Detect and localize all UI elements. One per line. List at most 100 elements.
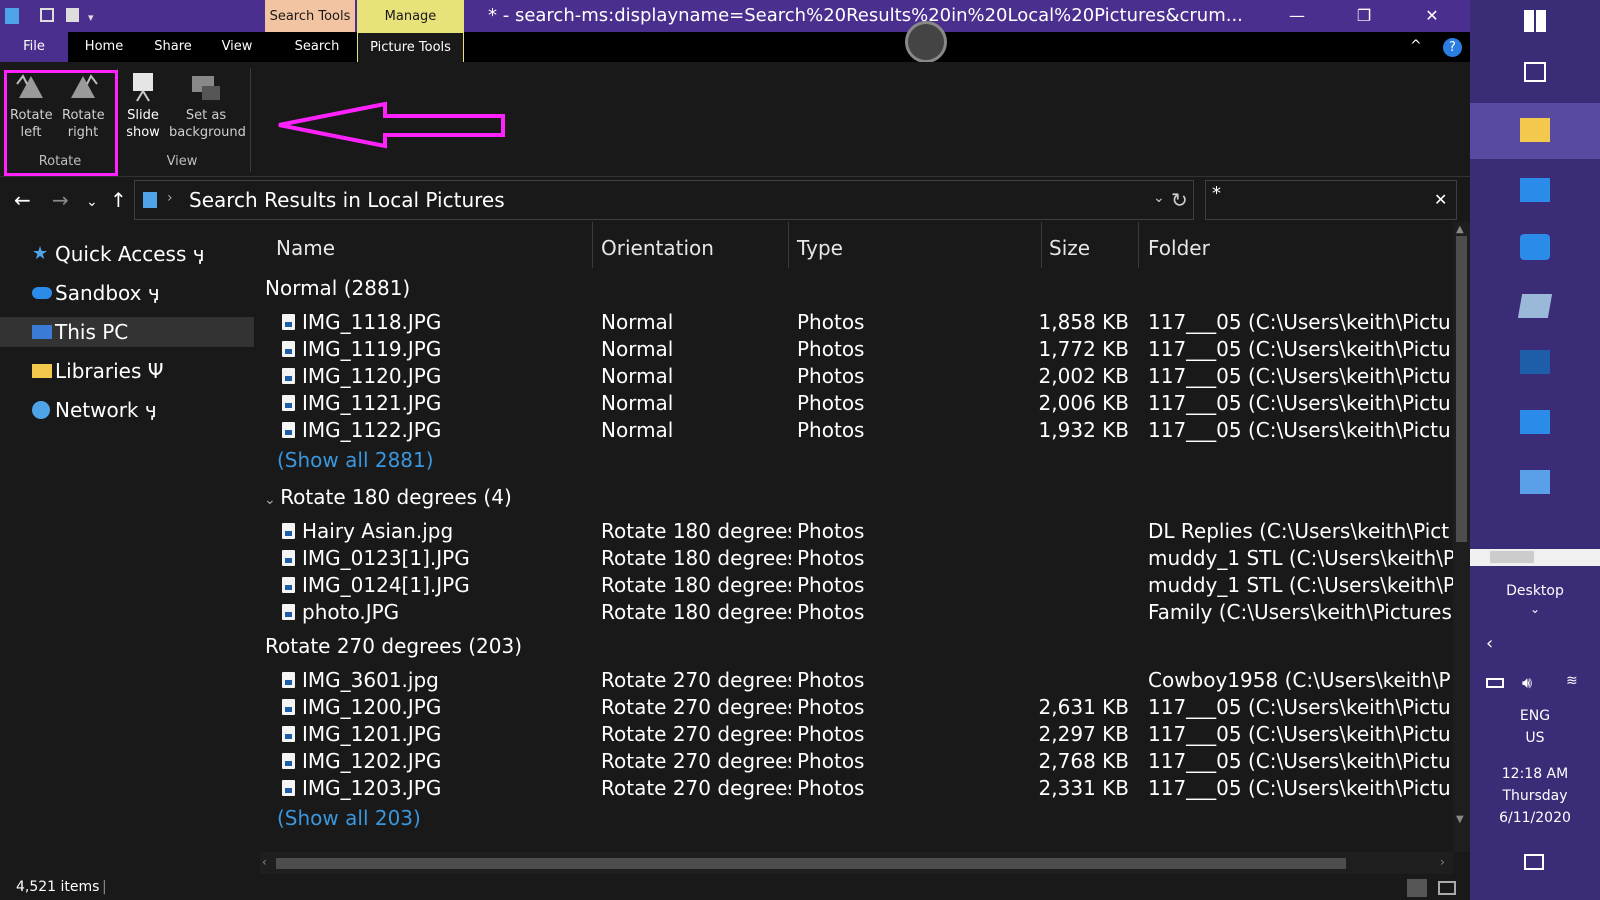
properties-icon[interactable]: [40, 8, 54, 22]
group-header[interactable]: ⌄ Rotate 180 degrees (4): [264, 485, 512, 509]
file-row[interactable]: IMG_1122.JPG Normal Photos 1,932 KB 117___05…: [260, 417, 1453, 444]
maximize-button[interactable]: ❐: [1352, 4, 1376, 28]
scroll-up-icon[interactable]: ▲: [1456, 224, 1464, 235]
file-row[interactable]: IMG_1203.JPG Rotate 270 degrees Photos 2,33…: [260, 775, 1453, 802]
tab-file[interactable]: File: [0, 32, 68, 62]
language-indicator[interactable]: ENG: [1470, 708, 1600, 724]
nav-item-sandbox[interactable]: Sandbox ӌ: [0, 278, 254, 308]
address-bar[interactable]: › Search Results in Local Pictures ⌄ ↻: [134, 180, 1194, 220]
scrollbar-thumb[interactable]: [276, 858, 1346, 869]
nav-item-libraries[interactable]: Libraries Ψ: [0, 356, 254, 386]
breadcrumb-chevron-icon[interactable]: ›: [167, 190, 173, 206]
scroll-right-icon[interactable]: ›: [1440, 855, 1445, 869]
large-icons-view-icon[interactable]: [1438, 881, 1456, 895]
file-row[interactable]: Hairy Asian.jpg Rotate 180 degrees Photos D…: [260, 518, 1453, 545]
column-divider[interactable]: [592, 222, 593, 268]
address-dropdown-icon[interactable]: ⌄: [1153, 190, 1165, 206]
search-input[interactable]: * ✕: [1205, 180, 1457, 220]
vertical-scrollbar[interactable]: ▲ ▼: [1453, 222, 1470, 852]
customize-quick-access-icon[interactable]: ▾: [88, 11, 102, 27]
desktop-expand-icon[interactable]: ⌄: [1470, 602, 1600, 616]
battery-icon[interactable]: [1486, 678, 1504, 688]
tab-picture-tools[interactable]: Picture Tools: [357, 32, 464, 62]
help-icon[interactable]: ?: [1443, 38, 1462, 57]
desktop-toolbar-label[interactable]: Desktop: [1470, 583, 1600, 599]
file-folder-cell: muddy_1 STL (C:\Users\keith\P: [1148, 546, 1453, 570]
file-row[interactable]: IMG_1120.JPG Normal Photos 2,002 KB 117___05…: [260, 363, 1453, 390]
file-row[interactable]: IMG_1118.JPG Normal Photos 1,858 KB 117___05…: [260, 309, 1453, 336]
clock-day[interactable]: Thursday: [1470, 788, 1600, 804]
task-view-icon[interactable]: [1524, 62, 1546, 82]
file-row[interactable]: IMG_3601.jpg Rotate 270 degrees Photos Cowb…: [260, 667, 1453, 694]
file-explorer-icon[interactable]: [1520, 118, 1550, 142]
file-row[interactable]: IMG_1200.JPG Rotate 270 degrees Photos 2,63…: [260, 694, 1453, 721]
scroll-down-icon[interactable]: ▼: [1456, 814, 1464, 825]
column-divider[interactable]: [1138, 222, 1139, 268]
volume-icon[interactable]: 🔊︎: [1522, 673, 1532, 693]
slide-show-button[interactable]: Slide show: [120, 70, 166, 141]
show-all-link[interactable]: (Show all 2881): [277, 448, 434, 472]
clock-time[interactable]: 12:18 AM: [1470, 766, 1600, 782]
file-row[interactable]: photo.JPG Rotate 180 degrees Photos Family …: [260, 599, 1453, 626]
file-row[interactable]: IMG_1121.JPG Normal Photos 2,006 KB 117___05…: [260, 390, 1453, 417]
file-row[interactable]: IMG_0123[1].JPG Rotate 180 degrees Photos m…: [260, 545, 1453, 572]
file-row[interactable]: IMG_1202.JPG Rotate 270 degrees Photos 2,76…: [260, 748, 1453, 775]
breadcrumb-location[interactable]: Search Results in Local Pictures: [189, 188, 505, 212]
search-query-text[interactable]: *: [1212, 183, 1221, 204]
forward-arrow-icon[interactable]: →: [52, 190, 69, 210]
mail-icon[interactable]: [1520, 410, 1550, 434]
wifi-icon[interactable]: ≋: [1566, 673, 1578, 689]
image-file-icon: [282, 672, 295, 688]
nav-item-network[interactable]: Network ӌ: [0, 395, 254, 425]
powershell-icon[interactable]: [1520, 350, 1550, 374]
file-row[interactable]: IMG_1201.JPG Rotate 270 degrees Photos 2,29…: [260, 721, 1453, 748]
notifications-icon[interactable]: [1524, 854, 1544, 870]
nav-item-this-pc[interactable]: This PC: [0, 317, 254, 347]
nav-item-quick-access[interactable]: ★ Quick Access ӌ: [0, 239, 254, 269]
back-arrow-icon[interactable]: ←: [14, 190, 31, 210]
column-header-orientation[interactable]: Orientation: [601, 236, 714, 260]
file-row[interactable]: IMG_1119.JPG Normal Photos 1,772 KB 117___05…: [260, 336, 1453, 363]
language-region[interactable]: US: [1470, 730, 1600, 746]
up-arrow-icon[interactable]: ↑: [110, 190, 127, 210]
search-app-icon[interactable]: [1520, 470, 1550, 494]
close-button[interactable]: ✕: [1420, 4, 1444, 28]
column-header-folder[interactable]: Folder: [1148, 236, 1210, 260]
column-divider[interactable]: [1041, 222, 1042, 268]
column-header-size[interactable]: Size: [1049, 236, 1090, 260]
tab-search[interactable]: Search: [280, 32, 354, 62]
library-folder-icon: [32, 364, 52, 378]
file-row[interactable]: IMG_0124[1].JPG Rotate 180 degrees Photos m…: [260, 572, 1453, 599]
windows-start-icon[interactable]: [1524, 10, 1546, 32]
scrollbar-thumb[interactable]: [1490, 551, 1534, 563]
show-hidden-icons-chevron-icon[interactable]: ‹: [1486, 633, 1493, 654]
tab-share[interactable]: Share: [145, 32, 201, 62]
column-divider[interactable]: [788, 222, 789, 268]
clear-search-icon[interactable]: ✕: [1434, 190, 1447, 209]
scroll-left-icon[interactable]: ‹: [262, 855, 267, 869]
taskbar-scroll[interactable]: [1470, 549, 1600, 566]
clock-date[interactable]: 6/11/2020: [1470, 810, 1600, 826]
column-header-type[interactable]: Type: [797, 236, 843, 260]
monitor-app-icon[interactable]: [1520, 178, 1550, 202]
group-header[interactable]: Normal (2881): [265, 276, 410, 300]
network-app-icon[interactable]: [1520, 234, 1550, 260]
recent-locations-chevron-icon[interactable]: ⌄: [86, 192, 98, 212]
scrollbar-thumb[interactable]: [1456, 236, 1467, 542]
notes-app-icon[interactable]: [1517, 294, 1553, 318]
column-header-name[interactable]: Name: [276, 236, 335, 260]
set-as-background-button[interactable]: Set as background: [168, 70, 246, 141]
horizontal-scrollbar[interactable]: ‹ ›: [260, 852, 1453, 874]
minimize-button[interactable]: —: [1285, 4, 1309, 28]
file-orientation-cell: Rotate 270 degrees: [601, 668, 791, 692]
tab-home[interactable]: Home: [76, 32, 132, 62]
file-orientation-cell: Rotate 270 degrees: [601, 722, 791, 746]
tab-view[interactable]: View: [212, 32, 262, 62]
refresh-icon[interactable]: ↻: [1171, 188, 1188, 212]
show-all-link[interactable]: (Show all 203): [277, 806, 421, 830]
details-view-icon[interactable]: [1407, 879, 1427, 897]
group-header[interactable]: Rotate 270 degrees (203): [265, 634, 522, 658]
group-collapse-chevron-icon[interactable]: ⌄: [264, 492, 280, 508]
collapse-ribbon-icon[interactable]: ^: [1410, 38, 1422, 54]
new-folder-icon[interactable]: [66, 8, 79, 22]
